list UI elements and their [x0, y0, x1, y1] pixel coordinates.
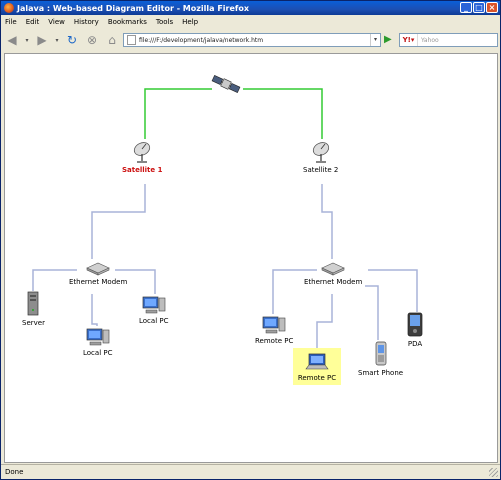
minimize-button[interactable]: _ — [460, 2, 472, 13]
modem-icon — [86, 262, 110, 276]
satellite-1-node[interactable]: Satellite 1 — [122, 140, 162, 174]
menu-file[interactable]: File — [5, 18, 17, 26]
stop-icon[interactable]: ⊗ — [83, 31, 101, 49]
satellite-node[interactable] — [211, 72, 241, 96]
forward-icon[interactable]: ▶ — [33, 31, 51, 49]
status-text: Done — [5, 468, 24, 476]
desktop-pc-icon — [86, 328, 110, 346]
diagram-canvas[interactable]: Satellite 1 Satellite 2 Ethernet Modem E… — [4, 53, 498, 463]
link-modem2-remotepc2 — [316, 294, 333, 349]
menu-edit[interactable]: Edit — [26, 18, 40, 26]
connection-lines — [32, 88, 418, 349]
laptop-icon — [305, 353, 329, 370]
satellite-2-node[interactable]: Satellite 2 — [303, 140, 338, 174]
link-modem2-pda — [368, 269, 418, 312]
yahoo-icon[interactable]: Y!▾ — [400, 34, 418, 46]
menu-bookmarks[interactable]: Bookmarks — [108, 18, 147, 26]
menu-history[interactable]: History — [74, 18, 99, 26]
link-sat-dish1 — [144, 88, 212, 139]
url-text: file:///F:/development/jalava/network.ht… — [139, 36, 264, 44]
link-modem1-localpc1 — [91, 294, 98, 326]
back-dropdown-icon[interactable]: ▾ — [23, 31, 31, 49]
search-placeholder: Yahoo — [421, 36, 439, 44]
go-icon[interactable]: ▶ — [384, 34, 396, 46]
reload-icon[interactable]: ↻ — [63, 31, 81, 49]
ethernet-modem-2-node[interactable]: Ethernet Modem — [304, 260, 362, 286]
browser-window: Jalava : Web-based Diagram Editor - Mozi… — [0, 0, 501, 480]
firefox-icon — [4, 3, 14, 13]
remote-pc-1-node[interactable]: Remote PC — [255, 315, 293, 345]
link-sat-dish2 — [243, 88, 323, 139]
desktop-pc-icon — [142, 296, 166, 314]
server-icon — [28, 291, 39, 316]
node-label: Remote PC — [297, 374, 337, 382]
node-label: Satellite 1 — [122, 166, 163, 174]
desktop-pc-icon — [262, 316, 286, 334]
home-icon[interactable]: ⌂ — [103, 31, 121, 49]
back-icon[interactable]: ◀ — [3, 31, 21, 49]
resize-grip-icon[interactable] — [489, 468, 498, 477]
smart-phone-icon — [375, 341, 386, 366]
node-label: Satellite 2 — [303, 166, 339, 174]
ethernet-modem-1-node[interactable]: Ethernet Modem — [69, 260, 127, 286]
satellite-dish-icon — [312, 142, 329, 163]
node-label: Ethernet Modem — [69, 278, 128, 286]
address-bar[interactable]: file:///F:/development/jalava/network.ht… — [123, 33, 381, 47]
link-dish1-modem1 — [91, 184, 146, 259]
node-label: Local PC — [83, 349, 113, 357]
remote-pc-2-node[interactable]: Remote PC — [293, 348, 341, 385]
node-label: Ethernet Modem — [304, 278, 363, 286]
menu-bar: File Edit View History Bookmarks Tools H… — [1, 15, 500, 28]
menu-view[interactable]: View — [48, 18, 65, 26]
title-bar: Jalava : Web-based Diagram Editor - Mozi… — [1, 1, 500, 15]
node-label: PDA — [407, 340, 423, 348]
node-label: Server — [22, 319, 45, 327]
satellite-dish-icon — [134, 142, 151, 163]
server-node[interactable]: Server — [22, 291, 45, 327]
menu-tools[interactable]: Tools — [156, 18, 173, 26]
status-bar: Done — [1, 464, 500, 479]
maximize-button[interactable]: □ — [473, 2, 485, 13]
close-button[interactable]: × — [486, 2, 498, 13]
page-icon — [127, 35, 136, 45]
modem-icon — [321, 262, 345, 276]
forward-dropdown-icon[interactable]: ▾ — [53, 31, 61, 49]
link-modem2-smartphone — [365, 285, 379, 340]
pda-node[interactable]: PDA — [406, 312, 424, 348]
url-dropdown-icon[interactable]: ▾ — [370, 34, 380, 46]
search-box[interactable]: Y!▾ Yahoo — [399, 33, 498, 47]
node-label: Remote PC — [255, 337, 294, 345]
local-pc-1-node[interactable]: Local PC — [83, 327, 112, 357]
node-label: Local PC — [139, 317, 169, 325]
window-title: Jalava : Web-based Diagram Editor - Mozi… — [17, 3, 250, 13]
satellite-icon — [211, 74, 241, 94]
node-label: Smart Phone — [358, 369, 404, 377]
link-dish2-modem2 — [321, 184, 333, 259]
navigation-toolbar: ◀ ▾ ▶ ▾ ↻ ⊗ ⌂ file:///F:/development/jal… — [1, 28, 500, 52]
local-pc-2-node[interactable]: Local PC — [139, 295, 168, 325]
smart-phone-node[interactable]: Smart Phone — [358, 341, 403, 377]
pda-icon — [407, 312, 423, 337]
menu-help[interactable]: Help — [182, 18, 198, 26]
